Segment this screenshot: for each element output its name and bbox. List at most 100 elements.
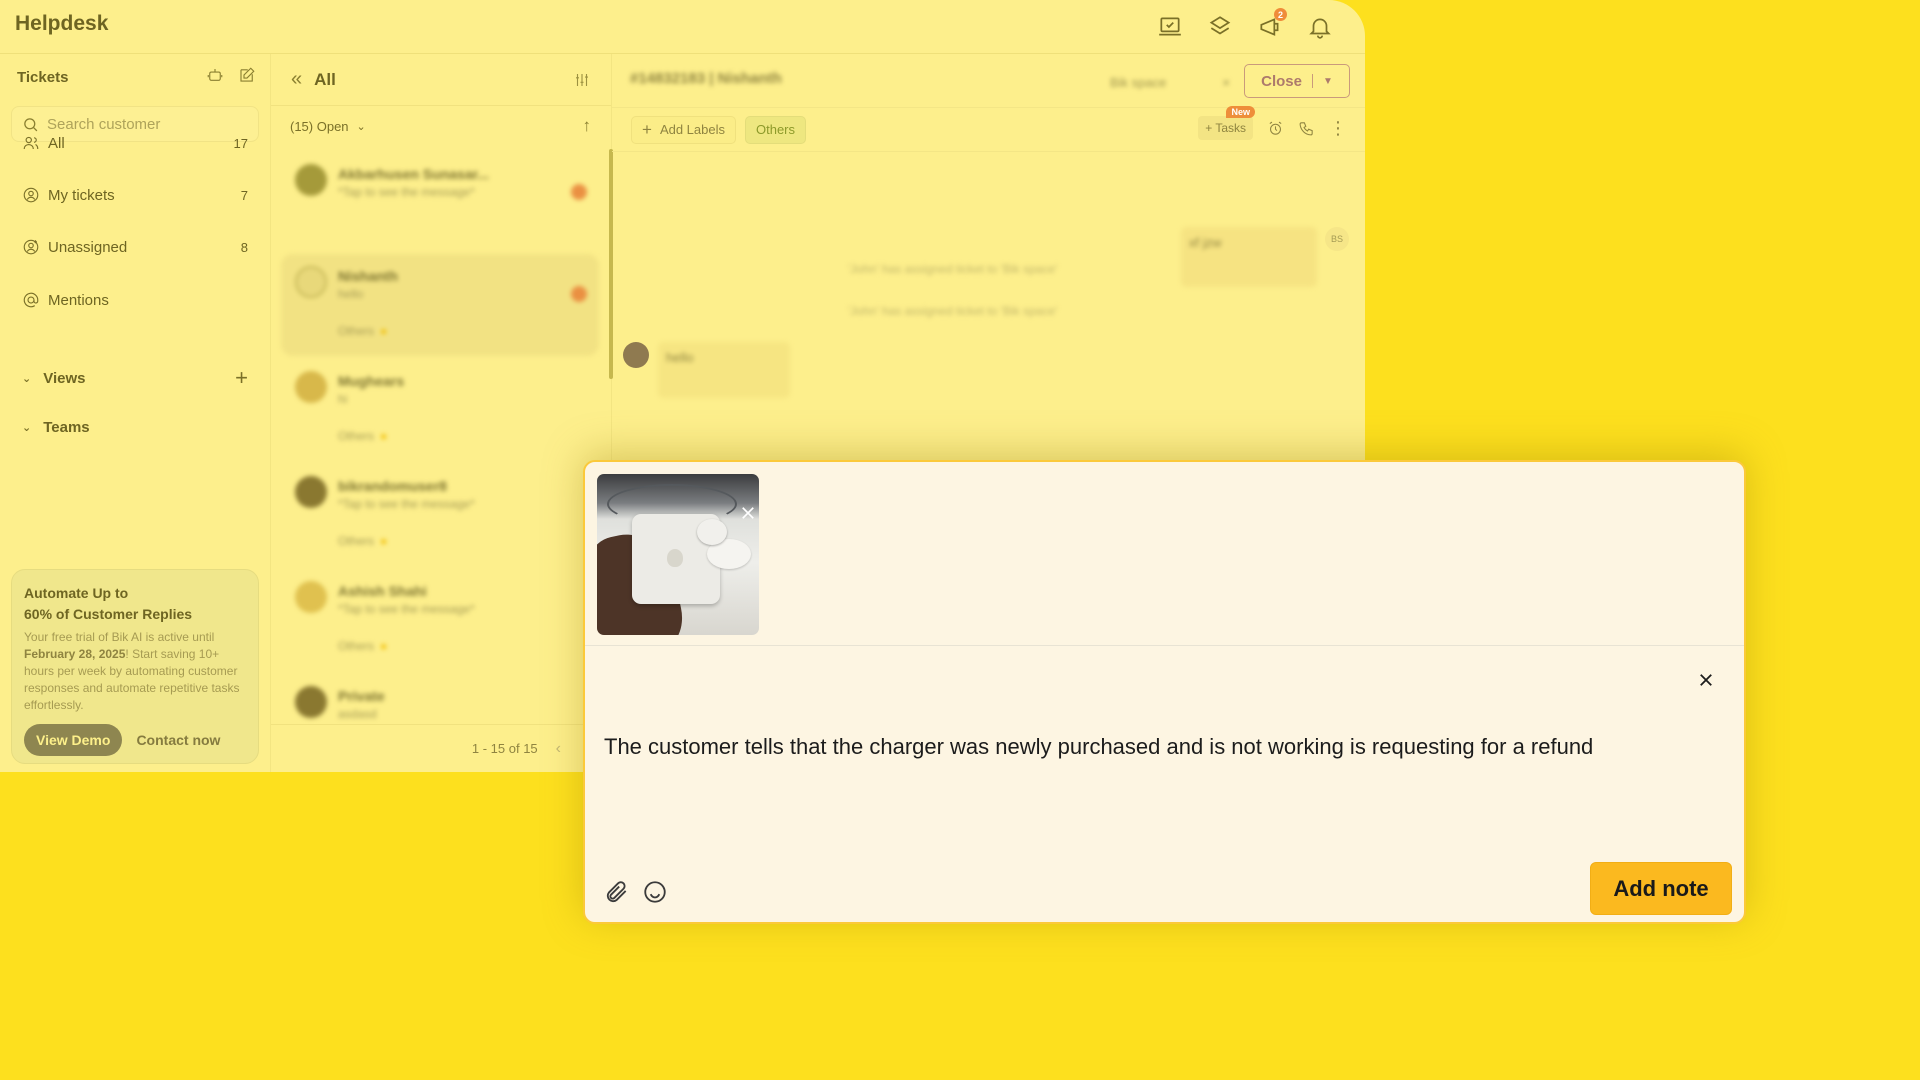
assignee-dropdown[interactable]: Bik space × [1092, 66, 1242, 98]
close-modal-button[interactable] [1694, 668, 1718, 692]
close-ticket-button[interactable]: Close ▼ [1244, 64, 1350, 98]
ticket-name: Private [338, 688, 385, 704]
attachment-thumbnail[interactable] [597, 474, 759, 635]
avatar [295, 581, 327, 613]
agent-avatar: BS [1325, 227, 1349, 251]
sort-arrow-up-icon[interactable]: ↑ [583, 116, 592, 136]
ticket-title: #14832183 | Nishanth [630, 70, 782, 87]
avatar [295, 686, 327, 718]
bell-icon[interactable] [1305, 12, 1335, 42]
image-detail [667, 549, 683, 567]
megaphone-icon[interactable]: 2 [1255, 8, 1287, 42]
search-input[interactable] [47, 115, 247, 133]
robot-icon[interactable] [206, 66, 224, 89]
sidebar-item-label: All [48, 134, 65, 152]
clear-icon[interactable]: × [1222, 75, 1230, 90]
at-icon [23, 292, 39, 308]
label-chip[interactable]: Others [745, 115, 807, 144]
new-badge: New [1226, 106, 1255, 118]
status-filter-dropdown[interactable]: (15) Open [290, 119, 349, 134]
collapse-chevrons-icon[interactable]: « [291, 68, 302, 91]
ticket-list-item[interactable]: bikrandomuser8 *Tap to see the message* … [281, 464, 599, 566]
add-note-modal: The customer tells that the charger was … [583, 460, 1746, 924]
note-textarea[interactable]: The customer tells that the charger was … [604, 730, 1694, 810]
system-message: 'John' has assigned ticket to 'Bik space… [848, 262, 1058, 276]
users-icon [23, 136, 39, 150]
laptop-check-icon[interactable] [1155, 12, 1185, 42]
ticket-preview: *Tap to see the message* [338, 185, 475, 199]
phone-icon[interactable] [1298, 120, 1315, 137]
sidebar-item-my-tickets[interactable]: My tickets 7 [22, 183, 248, 207]
ticket-name: Mughears [338, 373, 405, 389]
user-unassigned-icon [23, 239, 39, 255]
ticket-name: Ashish Shahi [338, 583, 427, 599]
view-demo-button[interactable]: View Demo [24, 724, 123, 756]
sidebar: Tickets All 17 My tickets 7 Unassigned 8… [0, 54, 270, 772]
alarm-clock-icon[interactable] [1267, 120, 1284, 137]
remove-attachment-button[interactable] [737, 502, 759, 524]
ticket-preview: asdasd [338, 707, 377, 721]
close-icon [742, 507, 754, 519]
ticket-tag-label: Others [338, 429, 375, 443]
message-text: hello [666, 350, 694, 365]
close-ticket-label: Close [1261, 72, 1302, 90]
incoming-message: hello [658, 342, 790, 398]
ticket-tag-label: Others [338, 324, 375, 338]
outgoing-message: xf jzw [1181, 227, 1317, 287]
star-icon: ● [380, 324, 388, 338]
ticket-tag: Others ● [338, 324, 387, 338]
assignee-value: Bik space [1110, 74, 1167, 90]
ticket-list-item[interactable]: Ashish Shahi *Tap to see the message* Ot… [281, 569, 599, 671]
ticket-list-title: All [314, 69, 336, 89]
layers-icon[interactable] [1205, 12, 1235, 42]
ticket-list-item[interactable]: Mughears hi Others ● [281, 359, 599, 461]
more-options-icon[interactable]: ⋮ [1329, 119, 1347, 137]
sidebar-item-all[interactable]: All 17 [22, 131, 248, 155]
ticket-tag: Others ● [338, 429, 387, 443]
tasks-label: Tasks [1215, 121, 1246, 135]
sidebar-item-label: Mentions [48, 291, 109, 309]
chevron-down-icon: ⌄ [356, 120, 366, 133]
add-note-button[interactable]: Add note [1590, 862, 1732, 915]
sidebar-item-unassigned[interactable]: Unassigned 8 [22, 235, 248, 259]
close-icon [1700, 674, 1712, 686]
sidebar-item-count: 8 [240, 239, 248, 255]
ticket-tag: Others ● [338, 639, 387, 653]
add-view-button[interactable]: + [235, 365, 248, 391]
emoji-button[interactable] [641, 878, 669, 906]
ticket-list-panel: « All (15) Open ⌄ ↑ Akbarhusen Sunasar..… [270, 54, 613, 772]
sidebar-section-teams[interactable]: ⌄ Teams [22, 415, 248, 439]
promo-card: Automate Up to 60% of Customer Replies Y… [11, 569, 259, 764]
sidebar-item-mentions[interactable]: Mentions [22, 288, 248, 312]
chevron-down-icon: ⌄ [22, 372, 32, 385]
divider [1311, 74, 1313, 88]
unread-badge [571, 286, 587, 302]
caret-down-icon[interactable]: ▼ [1323, 76, 1333, 87]
system-message: 'John' has assigned ticket to 'Bik space… [848, 304, 1058, 318]
attach-file-button[interactable] [603, 878, 631, 906]
search-icon [24, 117, 38, 131]
section-label: Views [43, 369, 86, 387]
compose-icon[interactable] [238, 66, 256, 89]
filter-sliders-icon[interactable] [573, 71, 591, 89]
contact-now-button[interactable]: Contact now [136, 732, 220, 748]
ticket-preview: hello [338, 287, 364, 301]
ticket-list-item-active[interactable]: Nishanth hello Others ● [281, 254, 599, 356]
ticket-list-item[interactable]: Private asdasd [281, 674, 599, 724]
promo-body-text: Your free trial of Bik AI is active unti… [24, 630, 215, 644]
add-task-button[interactable]: + Tasks New [1198, 106, 1255, 140]
avatar [295, 371, 327, 403]
promo-title-line1: Automate Up to [24, 585, 129, 601]
promo-title-line2: 60% of Customer Replies [24, 606, 193, 622]
ticket-preview: hi [338, 392, 348, 406]
promo-body: Your free trial of Bik AI is active unti… [24, 629, 246, 714]
sidebar-section-views[interactable]: ⌄ Views + [22, 365, 248, 391]
add-labels-label: Add Labels [659, 122, 725, 137]
avatar [295, 266, 327, 298]
previous-page-icon[interactable]: ‹ [556, 740, 561, 758]
ticket-tag-label: Others [338, 534, 375, 548]
ticket-tag-label: Others [338, 639, 375, 653]
section-label: Teams [43, 418, 90, 436]
ticket-list-item[interactable]: Akbarhusen Sunasar... *Tap to see the me… [281, 152, 599, 254]
add-labels-button[interactable]: + Add Labels [631, 115, 736, 144]
